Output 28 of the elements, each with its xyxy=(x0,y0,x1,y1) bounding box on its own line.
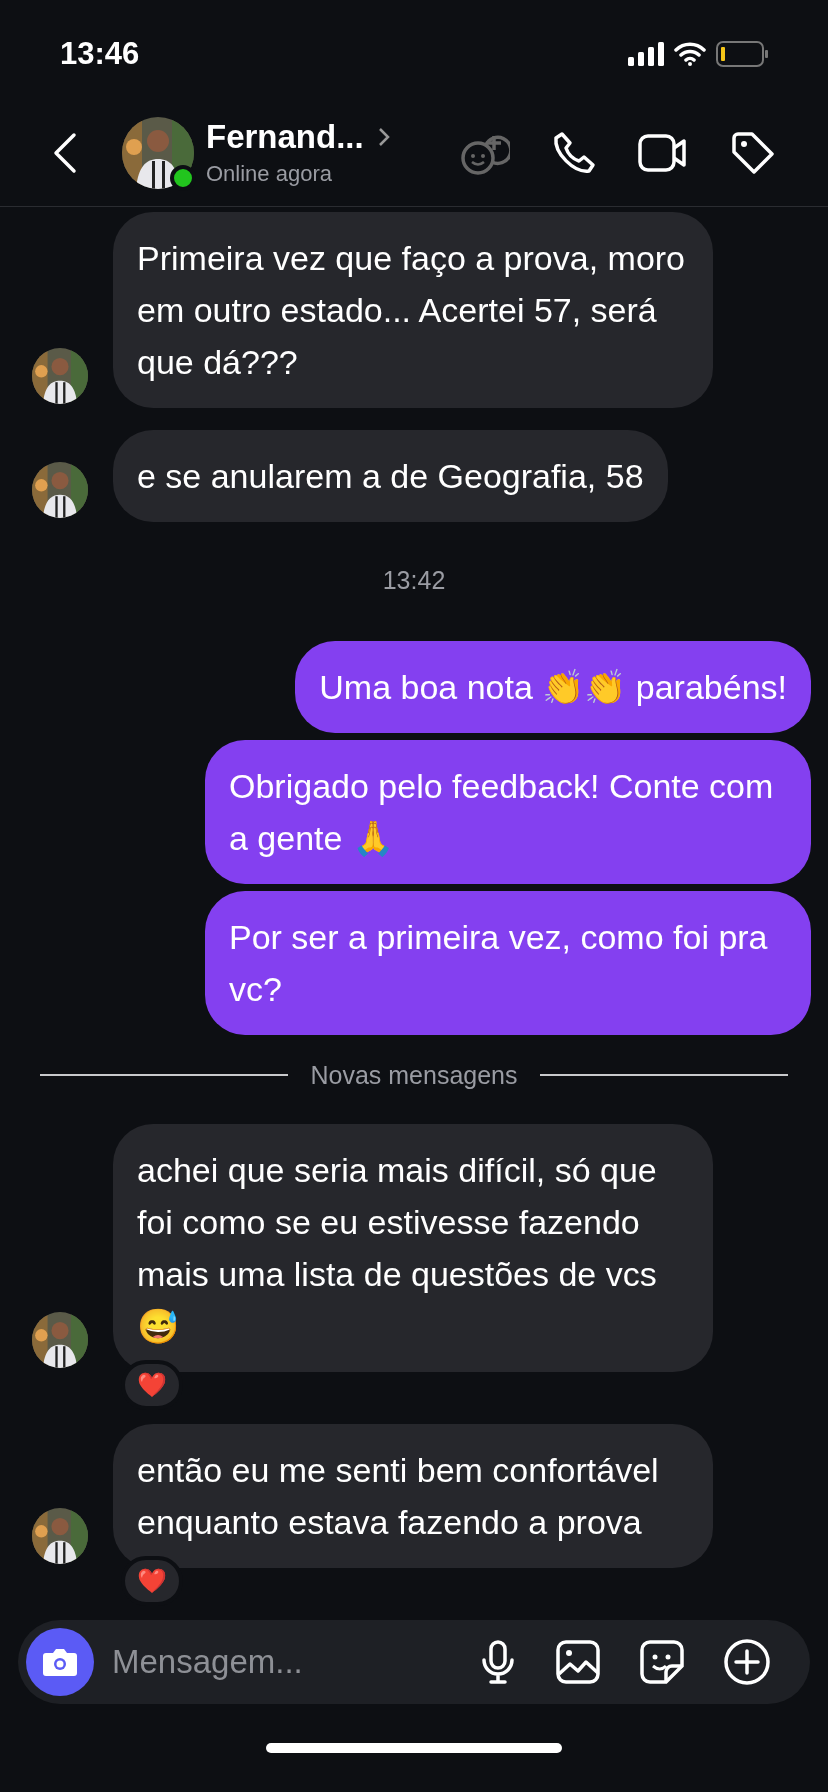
message-bubble: Obrigado pelo feedback! Conte com a gente 🙏 xyxy=(205,739,811,884)
image-icon[interactable] xyxy=(556,1640,600,1684)
tag-icon[interactable] xyxy=(730,130,776,176)
microphone-icon[interactable] xyxy=(480,1640,516,1684)
battery-icon xyxy=(716,41,768,67)
sticker-icon[interactable] xyxy=(640,1640,684,1684)
contact-name[interactable]: Fernand... xyxy=(206,116,364,157)
message-bubble: achei que seria mais difícil, só que foi como se eu estivesse fazendo mais uma lista de questões de vcs 😅 xyxy=(113,1124,713,1372)
timestamp: 13:42 xyxy=(382,565,446,596)
clock-time: 13:46 xyxy=(60,34,140,73)
contact-status: Online agora xyxy=(206,159,333,188)
message-input[interactable]: Mensagem... xyxy=(112,1637,480,1687)
signal-icon xyxy=(628,42,664,66)
message-bubble: então eu me senti bem confortável enquanto estava fazendo a prova xyxy=(113,1424,713,1568)
message-bubble: Primeira vez que faço a prova, moro em outro estado... Acertei 57, será que dá??? xyxy=(113,212,713,408)
camera-icon xyxy=(42,1647,78,1677)
wifi-icon xyxy=(674,42,706,66)
message-bubble: Por ser a primeira vez, como foi pra vc? xyxy=(205,890,811,1035)
add-icon[interactable] xyxy=(724,1639,770,1685)
chevron-icon xyxy=(377,126,390,147)
video-camera-icon[interactable] xyxy=(638,133,688,173)
phone-icon[interactable] xyxy=(552,131,596,175)
message-bubble: Uma boa nota 👏👏 parabéns! xyxy=(295,640,811,733)
message-composer[interactable]: Mensagem... xyxy=(18,1620,810,1704)
back-icon[interactable] xyxy=(52,132,78,174)
new-messages-label: Novas mensagens xyxy=(310,1059,518,1091)
message-bubble: e se anularem a de Geografia, 58 xyxy=(113,430,668,522)
camera-button[interactable] xyxy=(26,1628,94,1696)
